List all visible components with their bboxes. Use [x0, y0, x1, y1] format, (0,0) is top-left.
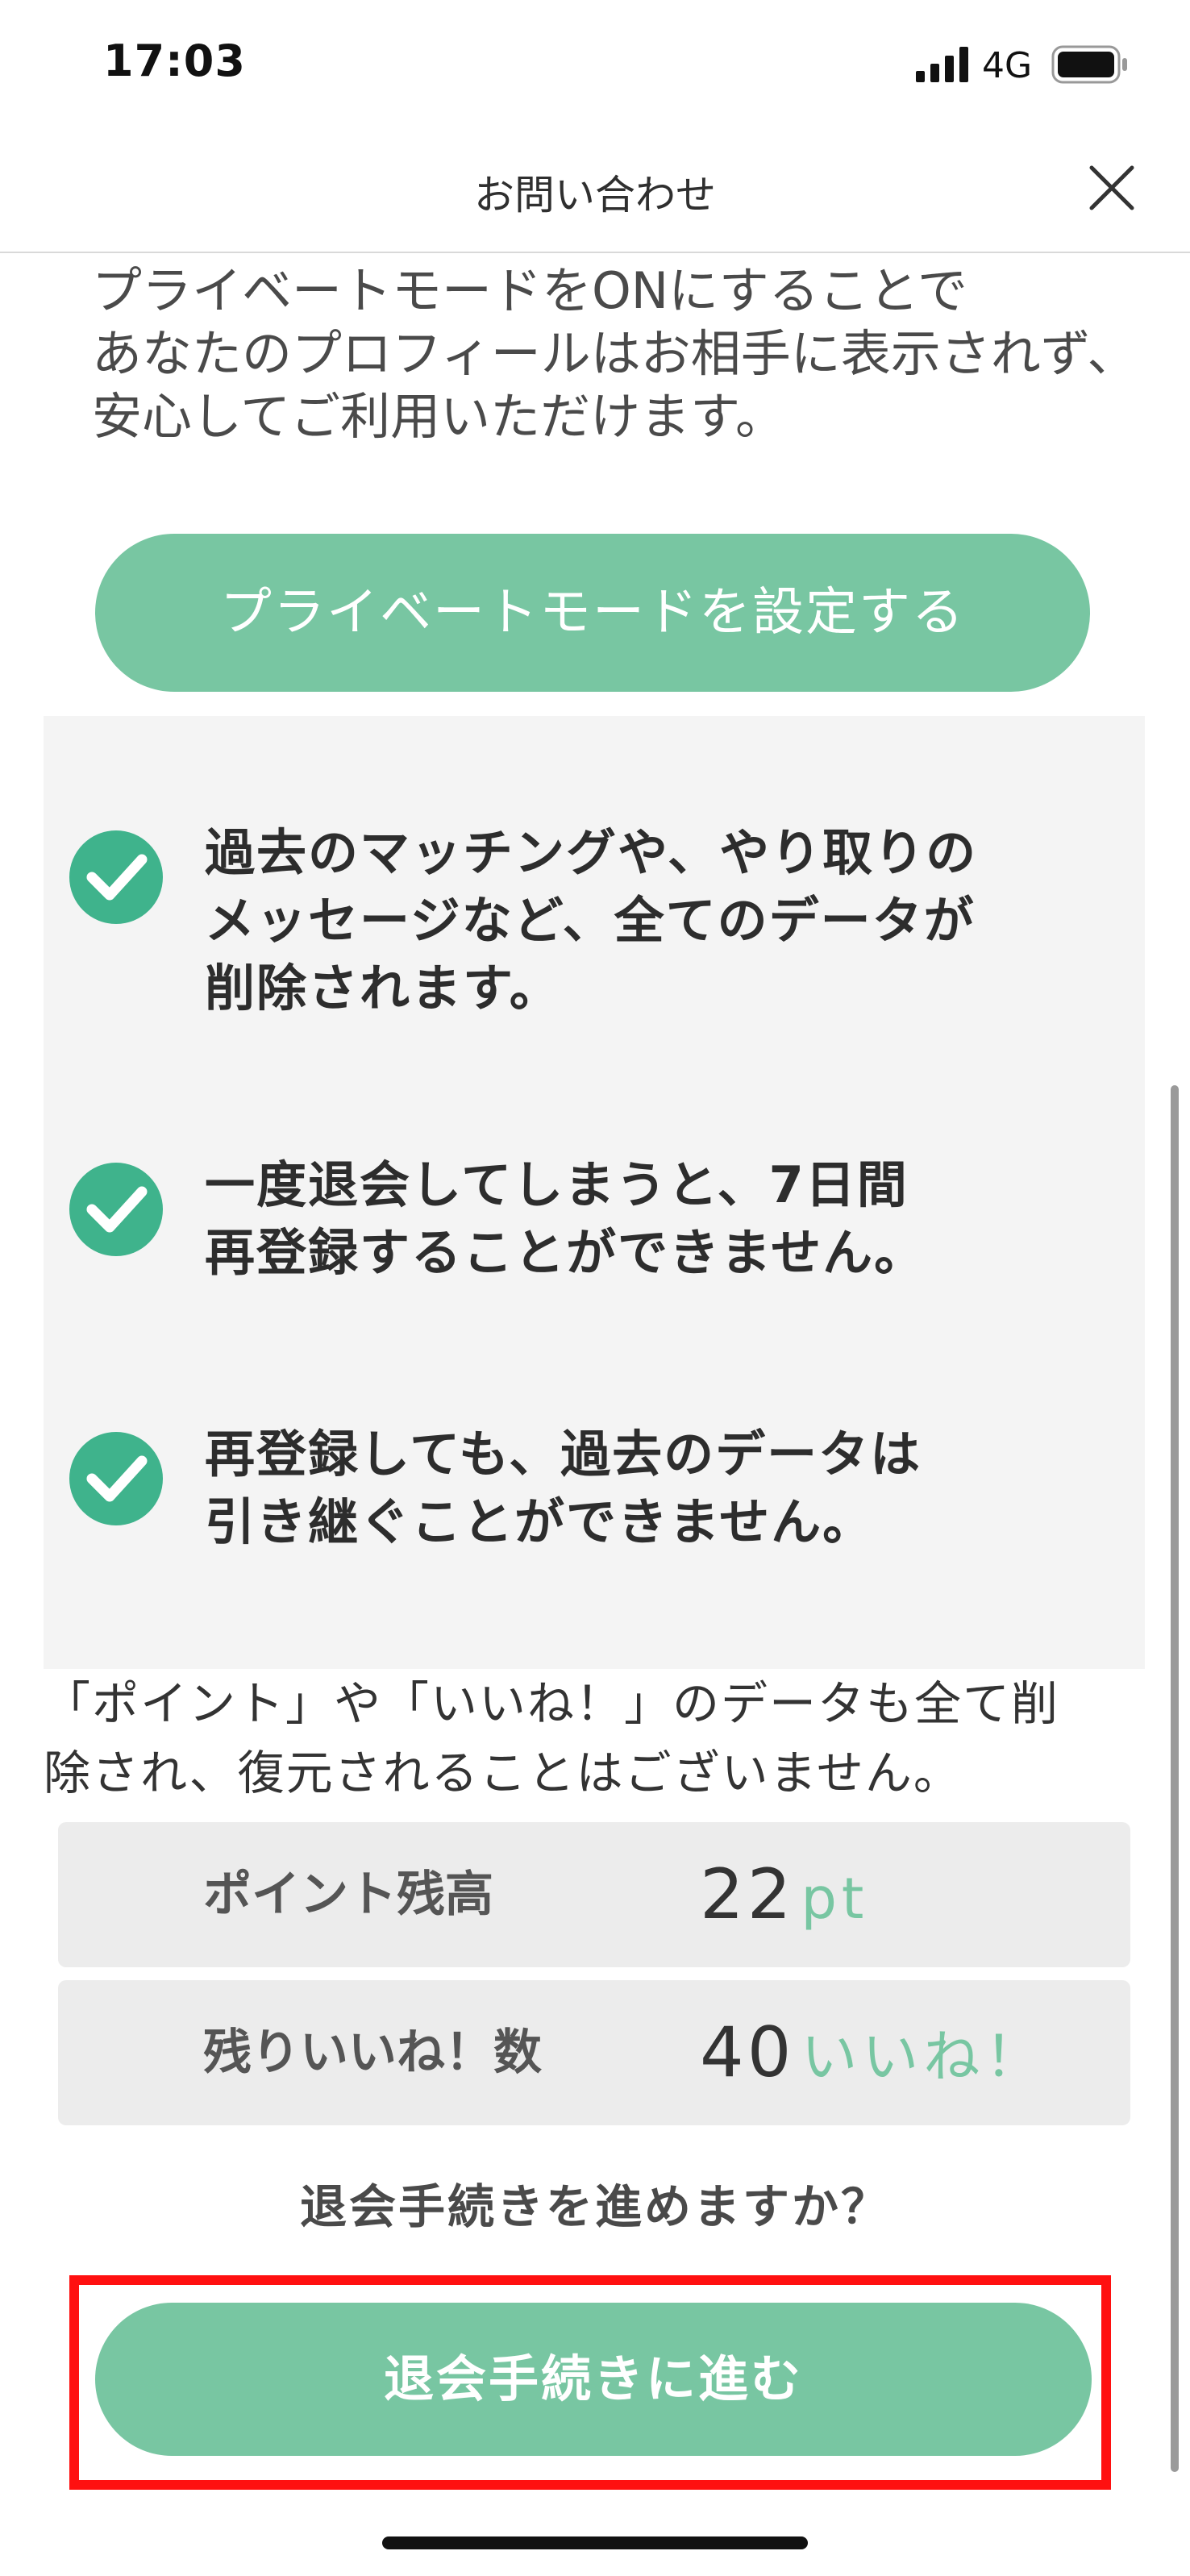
scrollbar[interactable]: [1171, 1085, 1179, 2472]
point-balance-unit: pt: [801, 1866, 869, 1932]
point-balance-label: ポイント残高: [203, 1866, 493, 1923]
network-label: 4G: [982, 45, 1033, 86]
home-indicator[interactable]: [382, 2536, 808, 2549]
likes-balance-label: 残りいいね！数: [203, 2025, 542, 2081]
private-mode-button[interactable]: プライベートモードを設定する: [95, 534, 1090, 692]
page-title: お問い合わせ: [474, 172, 716, 218]
close-icon[interactable]: [1085, 161, 1138, 214]
data-deletion-warning: 「ポイント」や「いいね！」のデータも全て削 除され、復元されることはございません…: [44, 1676, 1060, 1800]
withdraw-confirm-question: 退会手続きを進めますか？: [299, 2179, 890, 2234]
point-balance-value: 22 pt: [700, 1822, 868, 1971]
notice-text: 一度退会してしまうと、7日間 再登録することができません。: [205, 1155, 926, 1282]
notice-text: 過去のマッチングや、やり取りの メッセージなど、全てのデータが 削除されます。: [205, 823, 978, 1017]
proceed-withdrawal-button[interactable]: 退会手続きに進む: [95, 2303, 1092, 2456]
likes-balance-value: 40 いいね！: [700, 1980, 1046, 2129]
notice-text: 再登録しても、過去のデータは 引き継ぐことができません。: [205, 1425, 922, 1551]
likes-balance-unit: いいね！: [801, 2024, 1046, 2090]
status-time: 17:03: [103, 35, 246, 86]
nav-divider: [0, 252, 1190, 253]
battery-icon: [1051, 45, 1127, 84]
point-balance-row: ポイント残高 22 pt: [58, 1822, 1130, 1967]
likes-balance-row: 残りいいね！数 40 いいね！: [58, 1980, 1130, 2125]
point-balance-number: 22: [700, 1854, 795, 1935]
private-mode-description: プライベートモードをONにすることで あなたのプロフィールはお相手に表示されず、…: [92, 261, 1138, 446]
check-circle-icon: [69, 830, 163, 924]
check-circle-icon: [69, 1163, 163, 1256]
check-circle-icon: [69, 1432, 163, 1525]
likes-balance-number: 40: [700, 2012, 795, 2093]
signal-icon: [916, 47, 968, 82]
withdrawal-notice-panel: 過去のマッチングや、やり取りの メッセージなど、全てのデータが 削除されます。 …: [44, 716, 1145, 1669]
